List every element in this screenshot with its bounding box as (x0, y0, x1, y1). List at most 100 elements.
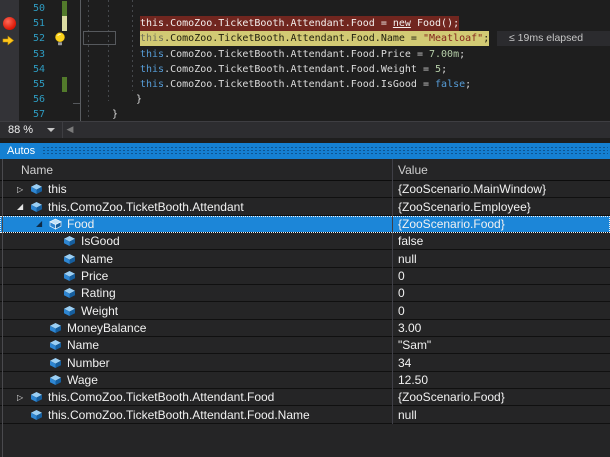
line-number: 56 (19, 92, 45, 107)
autos-title: Autos (7, 143, 35, 159)
track-changes-bar (62, 16, 67, 31)
perf-tip-badge[interactable]: ≤ 19ms elapsed (497, 31, 610, 46)
code-token: false (435, 79, 465, 90)
code-token: ; (483, 33, 489, 44)
track-changes-bar (62, 77, 67, 92)
panel-left-border (2, 159, 3, 457)
variable-value[interactable]: null (398, 252, 417, 266)
autos-title-bar[interactable]: Autos (0, 143, 610, 159)
field-cube-icon (49, 218, 62, 230)
variable-name[interactable]: Price (81, 269, 108, 283)
autos-row[interactable]: Rating 0 (0, 285, 610, 302)
code-token: this.ComoZoo.TicketBooth.Attendant.Food … (140, 18, 393, 29)
variable-value[interactable]: null (398, 408, 417, 422)
field-cube-icon (49, 339, 62, 351)
autos-row[interactable]: MoneyBalance 3.00 (0, 320, 610, 337)
line-number: 53 (19, 47, 45, 62)
code-text[interactable]: this.ComoZoo.TicketBooth.Attendant.Food.… (140, 62, 447, 77)
field-cube-icon (30, 183, 43, 195)
autos-row[interactable]: Name null (0, 250, 610, 267)
autos-row[interactable]: Weight 0 (0, 302, 610, 319)
variable-name[interactable]: MoneyBalance (67, 321, 146, 335)
variable-name[interactable]: Name (81, 252, 113, 266)
editor-line[interactable]: 53 this.ComoZoo.TicketBooth.Attendant.Foo… (0, 47, 610, 62)
variable-value[interactable]: 0 (398, 286, 405, 300)
expander-expanded-icon[interactable]: ◢ (36, 219, 49, 228)
line-number: 54 (19, 62, 45, 77)
editor-line[interactable]: 55 this.ComoZoo.TicketBooth.Attendant.Foo… (0, 77, 610, 92)
code-token: = (411, 49, 429, 60)
code-editor[interactable]: 5051this.ComoZoo.TicketBooth.Attendant.F… (0, 0, 610, 121)
editor-line[interactable]: 57} (0, 107, 610, 121)
variable-name[interactable]: Wage (67, 373, 98, 387)
field-cube-icon (49, 322, 62, 334)
variable-name[interactable]: IsGood (81, 234, 120, 248)
variable-value[interactable]: 3.00 (398, 321, 421, 335)
expander-expanded-icon[interactable]: ◢ (17, 202, 30, 211)
autos-row[interactable]: ▷ this {ZooScenario.MainWindow} (0, 181, 610, 198)
variable-value[interactable]: 34 (398, 356, 411, 370)
variable-value[interactable]: {ZooScenario.MainWindow} (398, 182, 546, 196)
variable-name[interactable]: this.ComoZoo.TicketBooth.Attendant.Food.… (48, 408, 310, 422)
variable-value[interactable]: 12.50 (398, 373, 428, 387)
autos-row[interactable]: Number 34 (0, 354, 610, 371)
code-text[interactable]: this.ComoZoo.TicketBooth.Attendant.Food.… (140, 47, 465, 62)
autos-row[interactable]: ◢ this.ComoZoo.TicketBooth.Attendant {ZooS… (0, 198, 610, 215)
column-header-value[interactable]: Value (398, 159, 428, 181)
variable-value[interactable]: 0 (398, 269, 405, 283)
variable-name[interactable]: Weight (81, 304, 118, 318)
variable-value[interactable]: "Sam" (398, 338, 431, 352)
zoom-level-select[interactable]: 88 % (0, 122, 62, 138)
variable-name[interactable]: this.ComoZoo.TicketBooth.Attendant (48, 200, 244, 214)
variable-value[interactable]: 0 (398, 304, 405, 318)
expander-collapsed-icon[interactable]: ▷ (17, 185, 30, 194)
code-token: "Meatloaf" (423, 33, 483, 44)
autos-row[interactable]: ◢ Food {ZooScenario.Food} (0, 216, 610, 233)
field-cube-icon (63, 287, 76, 299)
code-token: ; (441, 64, 447, 75)
line-number: 57 (19, 107, 45, 121)
autos-panel: Name Value ▷ this {ZooScenario.MainWindow}… (0, 159, 610, 457)
horizontal-scrollbar[interactable] (77, 122, 610, 138)
autos-row[interactable]: this.ComoZoo.TicketBooth.Attendant.Food.… (0, 406, 610, 423)
editor-line[interactable]: 51this.ComoZoo.TicketBooth.Attendant.Foo… (0, 16, 610, 31)
field-cube-icon (30, 391, 43, 403)
code-text[interactable]: } (112, 107, 118, 121)
column-separator[interactable] (392, 159, 393, 424)
variable-value[interactable]: {ZooScenario.Employee} (398, 200, 531, 214)
autos-row[interactable]: IsGood false (0, 233, 610, 250)
variable-name[interactable]: Name (67, 338, 99, 352)
autos-row[interactable]: Price 0 (0, 268, 610, 285)
field-cube-icon (63, 235, 76, 247)
autos-row[interactable]: ▷ this.ComoZoo.TicketBooth.Attendant.Food… (0, 389, 610, 406)
field-cube-icon (30, 409, 43, 421)
editor-line[interactable]: 56} (0, 92, 610, 107)
editor-line[interactable]: 50 (0, 1, 610, 16)
breakpoint-icon[interactable] (3, 17, 16, 30)
code-text[interactable]: this.ComoZoo.TicketBooth.Attendant.Food.… (140, 31, 489, 46)
variable-value[interactable]: {ZooScenario.Food} (398, 390, 505, 404)
lightbulb-icon[interactable] (54, 32, 66, 46)
variable-name[interactable]: Rating (81, 286, 116, 300)
code-token: this (140, 33, 164, 44)
editor-line[interactable]: 54 this.ComoZoo.TicketBooth.Attendant.Foo… (0, 62, 610, 77)
code-text[interactable]: this.ComoZoo.TicketBooth.Attendant.Food.… (140, 77, 471, 92)
variable-name[interactable]: this (48, 182, 67, 196)
expander-collapsed-icon[interactable]: ▷ (17, 393, 30, 402)
variable-name[interactable]: Number (67, 356, 110, 370)
scroll-left-arrow-icon[interactable]: ◀ (63, 125, 77, 135)
code-token: .ComoZoo.TicketBooth.Attendant.Food.IsGo… (164, 79, 417, 90)
variable-name[interactable]: Food (67, 217, 94, 231)
code-text[interactable]: } (136, 92, 142, 107)
autos-row[interactable]: Wage 12.50 (0, 372, 610, 389)
variable-name[interactable]: this.ComoZoo.TicketBooth.Attendant.Food (48, 390, 274, 404)
column-header-name[interactable]: Name (21, 159, 53, 181)
line-number: 55 (19, 77, 45, 92)
code-text[interactable]: this.ComoZoo.TicketBooth.Attendant.Food … (140, 16, 459, 31)
variable-value[interactable]: false (398, 234, 423, 248)
autos-row[interactable]: Name "Sam" (0, 337, 610, 354)
line-number: 52 (19, 31, 45, 46)
current-statement-arrow-icon[interactable] (2, 33, 15, 44)
variable-value[interactable]: {ZooScenario.Food} (398, 217, 505, 231)
code-token: this (140, 49, 164, 60)
